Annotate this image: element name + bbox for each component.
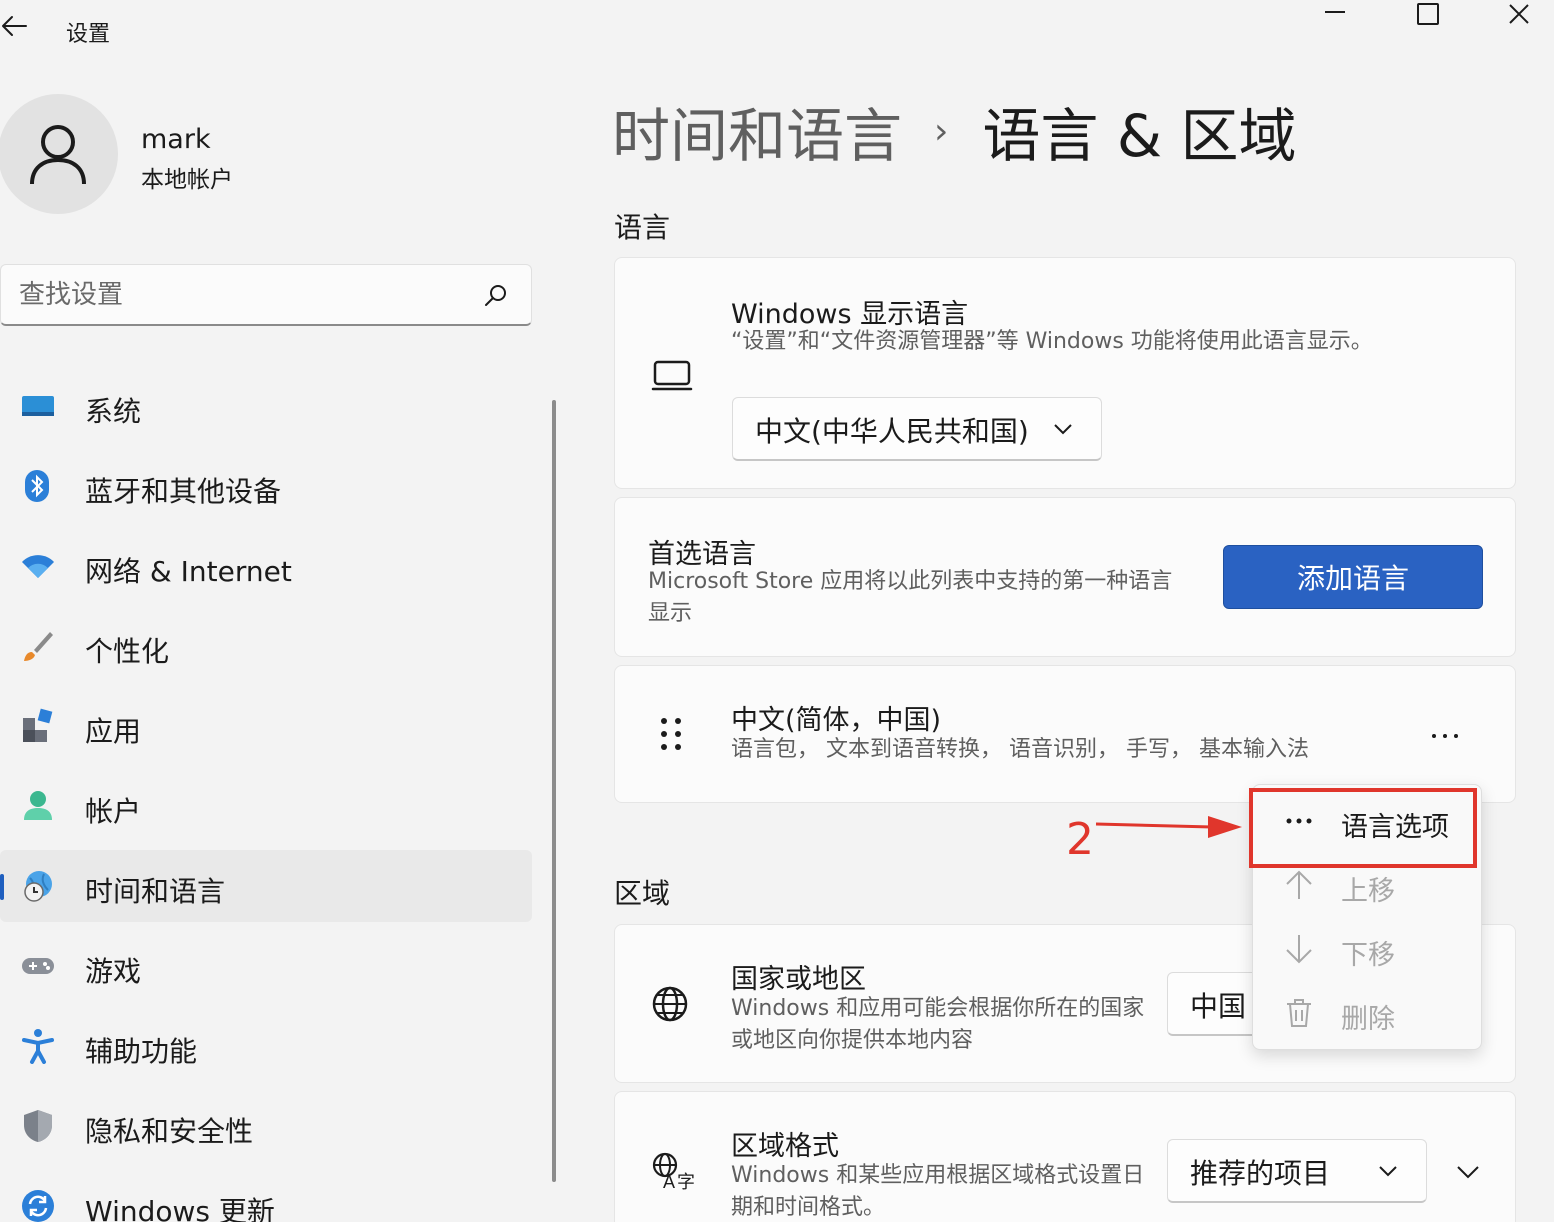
sidebar-item-apps[interactable]: 应用	[0, 690, 532, 762]
sidebar-item-label: 应用	[85, 715, 142, 748]
display-icon	[22, 396, 54, 416]
sidebar-item-windows-update[interactable]: Windows 更新	[0, 1170, 532, 1222]
sidebar-item-network[interactable]: 网络 & Internet	[0, 530, 532, 602]
minimize-button[interactable]	[1305, 0, 1365, 30]
preferred-language-card: 首选语言 Microsoft Store 应用将以此列表中支持的第一种语言显示 …	[614, 497, 1516, 657]
search-box[interactable]	[0, 264, 532, 326]
country-region-title: 国家或地区	[731, 964, 866, 995]
more-options-button[interactable]	[1430, 732, 1460, 752]
back-button[interactable]	[0, 14, 30, 48]
breadcrumb-separator: ›	[934, 110, 949, 152]
language-section-title: 语言	[614, 211, 671, 244]
page-title: 语言 & 区域	[982, 102, 1297, 170]
app-title: 设置	[66, 22, 111, 47]
arrow-left-icon	[2, 16, 27, 36]
search-input[interactable]	[19, 277, 459, 313]
chevron-down-icon	[1054, 424, 1072, 435]
paintbrush-icon	[24, 632, 53, 661]
update-icon	[22, 1190, 54, 1222]
language-features: 语言包， 文本到语音转换， 语音识别， 手写， 基本输入法	[731, 737, 1309, 762]
menu-item-delete[interactable]: 删除	[1253, 983, 1481, 1045]
more-icon	[1454, 734, 1458, 738]
chevron-down-icon	[1379, 1166, 1397, 1177]
accessibility-icon	[22, 1029, 54, 1064]
laptop-icon	[651, 360, 693, 391]
menu-item-label: 删除	[1341, 1004, 1395, 1035]
annotation-arrow-icon	[1095, 816, 1242, 838]
sidebar-item-label: 时间和语言	[85, 875, 226, 908]
svg-text:A: A	[663, 1172, 675, 1190]
sidebar-item-label: 系统	[85, 395, 142, 428]
regional-format-dropdown[interactable]: 推荐的项目	[1167, 1139, 1427, 1203]
drag-handle-icon[interactable]	[659, 716, 685, 752]
title-bar: 设置	[0, 0, 1554, 60]
account-type: 本地帐户	[141, 167, 233, 193]
annotation-highlight-box	[1249, 788, 1477, 868]
avatar[interactable]	[0, 94, 118, 214]
user-name: mark	[141, 124, 211, 155]
breadcrumb-parent[interactable]: 时间和语言	[612, 89, 902, 173]
breadcrumb: 时间和语言 › 语言 & 区域	[612, 96, 1297, 170]
dropdown-value: 推荐的项目	[1190, 1157, 1331, 1190]
display-language-description: “设置”和“文件资源管理器”等 Windows 功能将使用此语言显示。	[731, 329, 1373, 354]
sidebar-item-accessibility[interactable]: 辅助功能	[0, 1010, 532, 1082]
preferred-language-description: Microsoft Store 应用将以此列表中支持的第一种语言显示	[648, 569, 1173, 626]
sidebar-scrollbar[interactable]	[552, 400, 556, 1182]
menu-item-label: 下移	[1341, 940, 1395, 971]
gamepad-icon	[22, 958, 54, 974]
sidebar-item-system[interactable]: 系统	[0, 370, 532, 442]
sidebar-item-label: 隐私和安全性	[85, 1115, 254, 1148]
apps-icon	[23, 708, 53, 742]
more-icon	[1443, 734, 1447, 738]
sidebar-nav: 系统 蓝牙和其他设备 网络 & Internet 个性化 应用 帐户 时间和语言…	[0, 370, 532, 1222]
sidebar-item-accounts[interactable]: 帐户	[0, 770, 532, 842]
sidebar-item-label: 个性化	[85, 635, 170, 668]
sidebar-item-bluetooth[interactable]: 蓝牙和其他设备	[0, 450, 532, 522]
sidebar-item-time-language[interactable]: 时间和语言	[0, 850, 532, 922]
sidebar-item-label: 网络 & Internet	[85, 555, 292, 588]
sidebar-item-gaming[interactable]: 游戏	[0, 930, 532, 1002]
arrow-down-icon	[1286, 935, 1312, 964]
expand-chevron-icon[interactable]	[1456, 1164, 1480, 1180]
search-icon[interactable]	[483, 283, 509, 309]
sidebar-item-label: 游戏	[85, 955, 142, 988]
shield-icon	[24, 1110, 52, 1142]
language-list-item[interactable]: 中文(简体，中国) 语言包， 文本到语音转换， 语音识别， 手写， 基本输入法	[614, 665, 1516, 803]
regional-format-card: A字 区域格式 Windows 和某些应用根据区域格式设置日期和时间格式。 推荐…	[614, 1091, 1516, 1222]
dropdown-value: 中文(中华人民共和国)	[755, 415, 1029, 448]
language-region-icon: A字	[652, 1152, 695, 1190]
regional-format-title: 区域格式	[731, 1131, 839, 1162]
arrow-up-icon	[1286, 870, 1312, 899]
annotation-number: 2	[1066, 814, 1094, 865]
sidebar-item-label: 蓝牙和其他设备	[85, 475, 282, 508]
region-section-title: 区域	[614, 877, 671, 910]
trash-icon	[1287, 999, 1311, 1027]
close-icon	[1509, 4, 1529, 24]
svg-text:字: 字	[677, 1172, 695, 1190]
regional-format-description: Windows 和某些应用根据区域格式设置日期和时间格式。	[731, 1163, 1145, 1220]
add-language-button[interactable]: 添加语言	[1223, 545, 1483, 609]
person-icon	[30, 125, 86, 185]
globe-icon	[652, 986, 688, 1022]
display-language-card: Windows 显示语言 “设置”和“文件资源管理器”等 Windows 功能将…	[614, 257, 1516, 489]
sidebar-item-personalization[interactable]: 个性化	[0, 610, 532, 682]
sidebar-item-label: 辅助功能	[85, 1035, 198, 1068]
globe-clock-icon	[24, 871, 52, 902]
sidebar-item-privacy[interactable]: 隐私和安全性	[0, 1090, 532, 1162]
wifi-icon	[22, 555, 54, 578]
menu-item-label: 上移	[1341, 876, 1395, 907]
maximize-button[interactable]	[1398, 0, 1458, 30]
bluetooth-icon	[25, 470, 49, 502]
country-region-description: Windows 和应用可能会根据你所在的国家或地区向你提供本地内容	[731, 996, 1145, 1053]
menu-item-move-down[interactable]: 下移	[1253, 919, 1481, 981]
display-language-dropdown[interactable]: 中文(中华人民共和国)	[732, 397, 1102, 461]
person-icon	[24, 791, 52, 820]
more-icon	[1432, 734, 1436, 738]
dropdown-value: 中国	[1190, 990, 1247, 1023]
language-name: 中文(简体，中国)	[731, 705, 942, 736]
sidebar-item-label: 帐户	[85, 795, 142, 828]
sidebar-item-label: Windows 更新	[85, 1195, 275, 1222]
close-button[interactable]	[1490, 0, 1550, 30]
